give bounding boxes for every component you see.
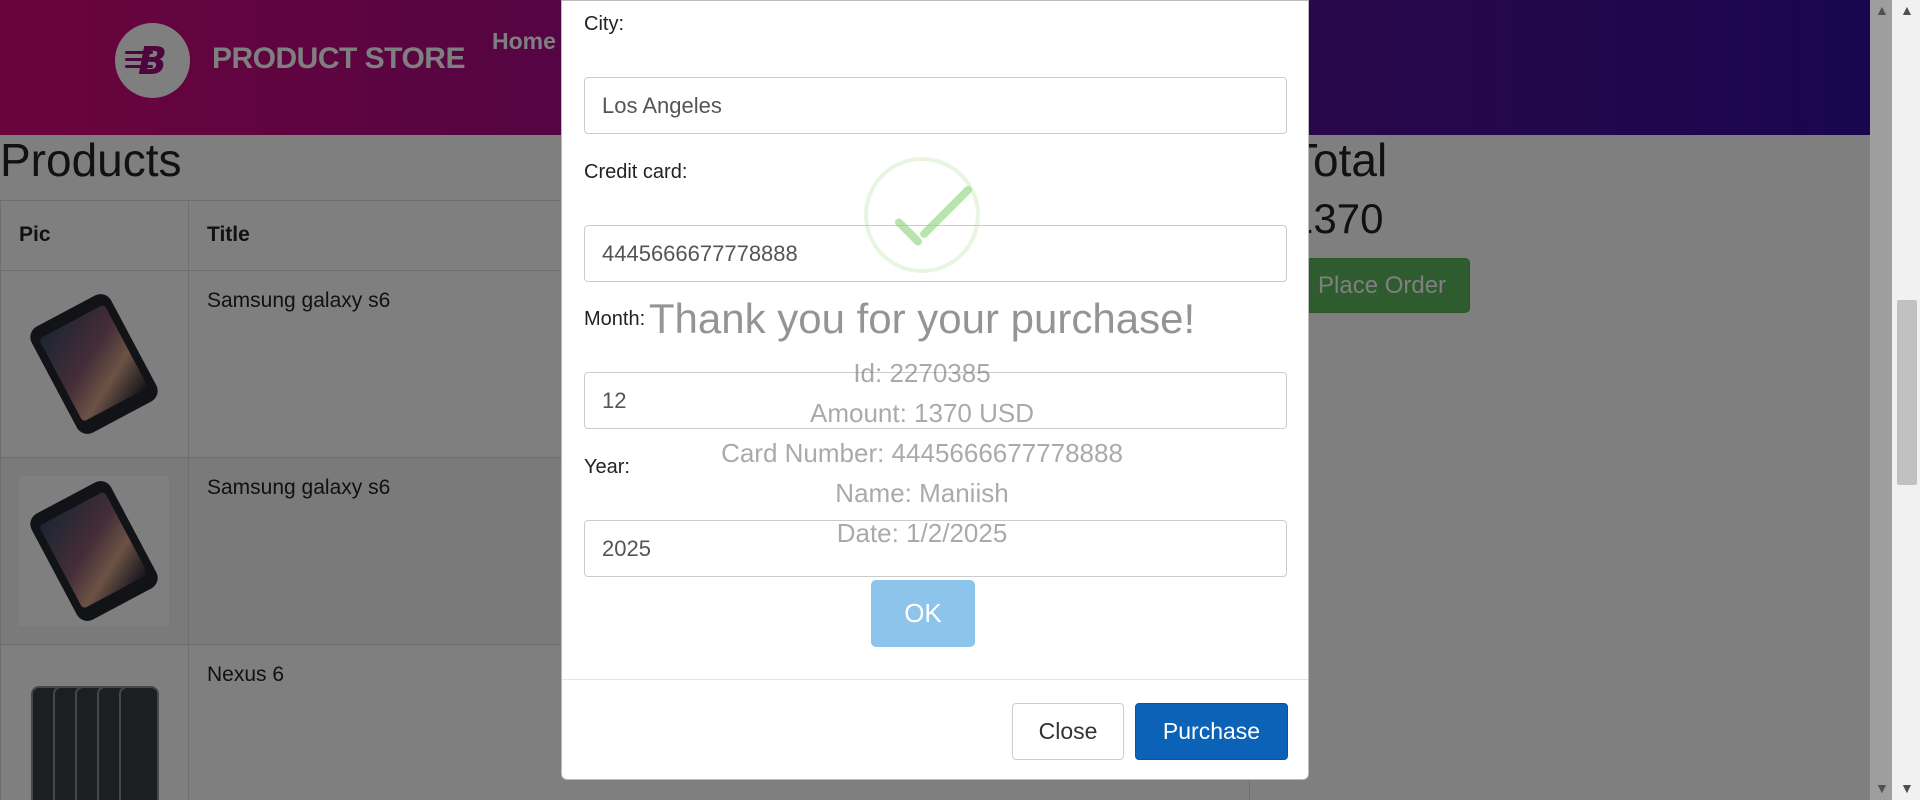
success-check-circle-icon [864, 157, 980, 273]
order-card-number: Card Number: 4445666677778888 [721, 438, 1123, 468]
purchase-success-alert: Thank you for your purchase! Id: 2270385… [561, 140, 1309, 660]
purchase-button[interactable]: Purchase [1135, 703, 1288, 760]
scroll-up-arrow-icon[interactable]: ▲ [1900, 2, 1914, 18]
order-date: Date: 1/2/2025 [836, 518, 1008, 548]
order-amount: Amount: 1370 USD [809, 398, 1034, 428]
city-label: City: [584, 13, 624, 35]
ok-button[interactable]: OK [871, 580, 975, 647]
modal-footer-divider [562, 679, 1308, 680]
scroll-down-arrow-icon[interactable]: ▼ [1875, 780, 1889, 796]
alert-title: Thank you for your purchase! [648, 295, 1196, 342]
order-id: Id: 2270385 [853, 358, 991, 388]
scroll-up-arrow-icon[interactable]: ▲ [1875, 2, 1889, 18]
close-button[interactable]: Close [1012, 703, 1124, 760]
order-name: Name: Maniish [835, 478, 1009, 508]
scroll-down-arrow-icon[interactable]: ▼ [1900, 780, 1914, 796]
city-field[interactable] [584, 77, 1287, 134]
scrollbar-gutter [1870, 0, 1892, 800]
scrollbar-thumb[interactable] [1897, 300, 1917, 485]
